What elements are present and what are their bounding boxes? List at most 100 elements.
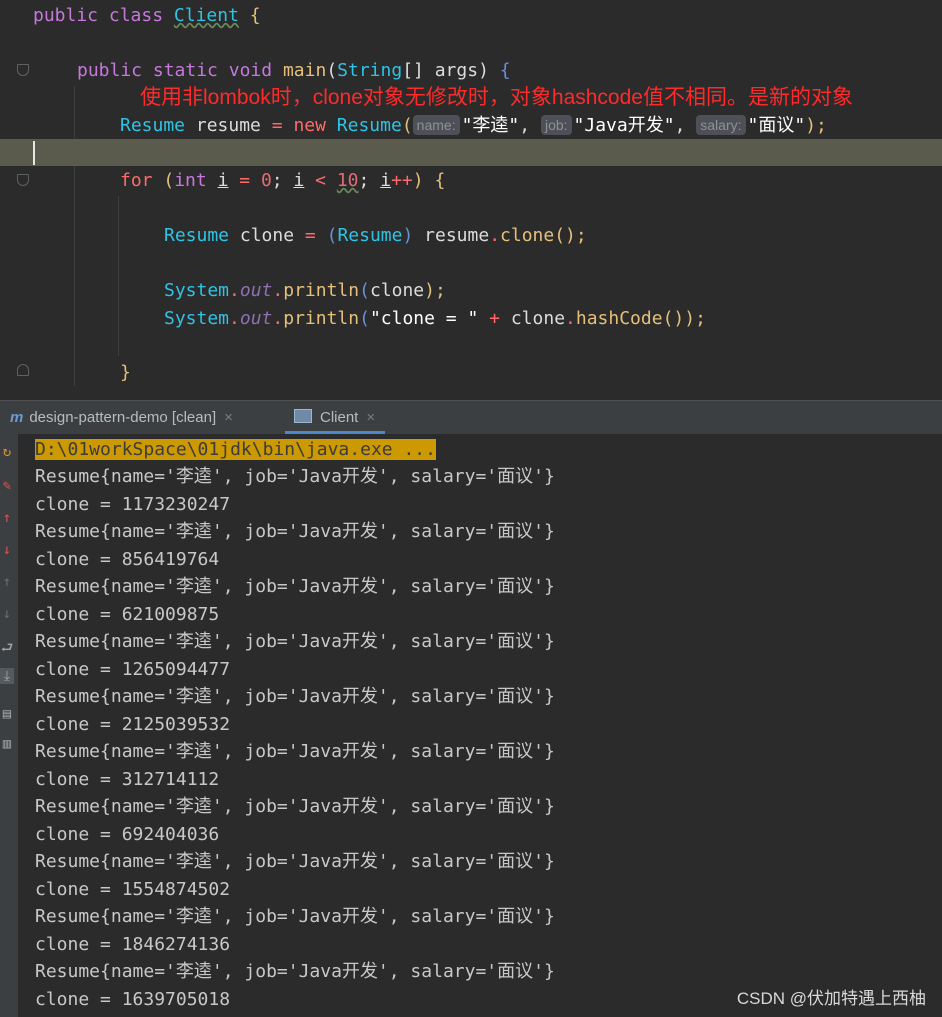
class-name: Client xyxy=(173,5,239,26)
keyword: static xyxy=(152,60,218,81)
operator: = xyxy=(271,115,283,136)
keyword: new xyxy=(293,115,326,136)
string-literal: "李逵" xyxy=(461,115,520,136)
type-name: Resume xyxy=(120,115,186,136)
console-command-line[interactable]: D:\01workSpace\01jdk\bin\java.exe ... xyxy=(35,436,436,463)
number-literal: 0 xyxy=(260,170,272,191)
variable: clone xyxy=(510,308,566,329)
close-icon[interactable]: × xyxy=(366,409,375,426)
down-gray-icon[interactable]: ↓ xyxy=(0,606,14,622)
rerun-icon[interactable]: ↻ xyxy=(0,444,14,460)
operator: = xyxy=(304,225,316,246)
console-line-hashcode: clone = 856419764 xyxy=(35,548,220,570)
tab-client[interactable]: Client × xyxy=(294,401,375,434)
variable: clone xyxy=(239,225,295,246)
console-line-resume: Resume{name='李逵', job='Java开发', salary='… xyxy=(35,961,555,982)
code-editor[interactable]: public class Client { public static void… xyxy=(0,0,942,400)
brace: { xyxy=(434,170,446,191)
string-literal: "clone = " xyxy=(369,308,479,329)
brace: { xyxy=(499,60,511,81)
console-line-hashcode: clone = 312714112 xyxy=(35,768,220,790)
annotation-text: 使用非lombok时，clone对象无修改时，对象hashcode值不相同。是新… xyxy=(140,86,853,109)
code-line-println-clone[interactable]: System.out.println(clone); xyxy=(0,277,942,305)
up-gray-icon[interactable]: ↑ xyxy=(0,574,14,590)
current-line-highlight[interactable] xyxy=(0,139,942,166)
code-line-for-loop[interactable]: for (int i = 0; i < 10; i++) { xyxy=(0,167,942,195)
tab-label: Client xyxy=(320,409,359,426)
code-line-close-brace[interactable]: } xyxy=(0,359,942,387)
text-caret xyxy=(33,141,35,165)
java-command[interactable]: D:\01workSpace\01jdk\bin\java.exe ... xyxy=(35,439,436,460)
param-hint: salary: xyxy=(696,115,746,135)
soft-wrap-icon[interactable]: ⮐ xyxy=(0,640,14,656)
param-hint: job: xyxy=(540,115,572,135)
operator: + xyxy=(489,308,500,329)
method-name: main xyxy=(282,60,327,81)
console-line-hashcode: clone = 1846274136 xyxy=(35,933,231,955)
console-line-resume: Resume{name='李逵', job='Java开发', salary='… xyxy=(35,741,555,762)
method-call: println xyxy=(283,308,360,329)
array-brackets: [] xyxy=(402,60,424,81)
variable: clone xyxy=(369,280,425,301)
keyword: public xyxy=(33,5,99,26)
punctuation: ); xyxy=(424,280,446,301)
console-line-resume: Resume{name='李逵', job='Java开发', salary='… xyxy=(35,906,555,927)
console-line-hashcode: clone = 1173230247 xyxy=(35,493,231,515)
tab-label: design-pattern-demo [clean] xyxy=(29,409,217,426)
console-line-resume: Resume{name='李逵', job='Java开发', salary='… xyxy=(35,521,555,542)
keyword: void xyxy=(228,60,273,81)
loop-variable: i xyxy=(380,170,392,191)
down-arrow-icon[interactable]: ↓ xyxy=(0,542,14,558)
tab-design-pattern-demo[interactable]: m design-pattern-demo [clean] × xyxy=(10,401,233,434)
close-icon[interactable]: × xyxy=(224,409,233,426)
code-line-clone[interactable]: Resume clone = (Resume) resume.clone(); xyxy=(0,222,942,250)
up-arrow-icon[interactable]: ↑ xyxy=(0,510,14,526)
loop-variable: i xyxy=(293,170,305,191)
method-call: println xyxy=(283,280,360,301)
keyword: class xyxy=(108,5,164,26)
console-line-hashcode: clone = 1265094477 xyxy=(35,658,231,680)
punctuation: ()); xyxy=(662,308,706,329)
console-line-resume: Resume{name='李逵', job='Java开发', salary='… xyxy=(35,851,555,872)
loop-variable: i xyxy=(217,170,229,191)
console-output[interactable]: D:\01workSpace\01jdk\bin\java.exe ... Res… xyxy=(18,434,942,1017)
punctuation: (); xyxy=(554,225,587,246)
edit-config-icon[interactable]: ✎ xyxy=(0,478,14,494)
scroll-to-end-icon[interactable]: ⤓ xyxy=(0,668,14,684)
number-literal: 10 xyxy=(336,170,359,191)
constructor: Resume xyxy=(336,115,402,136)
variable: resume xyxy=(195,115,261,136)
code-line-main-decl[interactable]: public static void main(String[] args) { xyxy=(0,57,942,85)
string-literal: "Java开发" xyxy=(573,115,675,136)
code-line-println-hash[interactable]: System.out.println("clone = " + clone.ha… xyxy=(0,305,942,333)
code-line-class-decl[interactable]: public class Client { xyxy=(0,2,942,30)
class-ref: System xyxy=(164,280,230,301)
watermark: CSDN @伏加特遇上西柚 xyxy=(736,989,926,1008)
console-line-resume: Resume{name='李逵', job='Java开发', salary='… xyxy=(35,576,555,597)
console-line-resume: Resume{name='李逵', job='Java开发', salary='… xyxy=(35,631,555,652)
console-line-hashcode: clone = 2125039532 xyxy=(35,713,231,735)
trash-icon[interactable]: ▥ xyxy=(0,736,14,752)
static-field: out xyxy=(239,308,273,329)
print-icon[interactable]: ▤ xyxy=(0,706,14,722)
code-line-resume-new[interactable]: Resume resume = new Resume(name: "李逵", jo… xyxy=(0,112,942,140)
brace: { xyxy=(249,5,261,26)
method-call: clone xyxy=(500,225,555,246)
type-name: Resume xyxy=(164,225,230,246)
console-line-resume: Resume{name='李逵', job='Java开发', salary='… xyxy=(35,466,555,487)
cast-type: Resume xyxy=(337,225,403,246)
console-line-hashcode: clone = 1639705018 xyxy=(35,988,231,1010)
keyword: for xyxy=(120,170,153,191)
console-icon xyxy=(294,409,312,423)
brace: } xyxy=(120,362,131,383)
param-name: args xyxy=(434,60,479,81)
param-hint: name: xyxy=(412,115,460,135)
console-line-resume: Resume{name='李逵', job='Java开发', salary='… xyxy=(35,796,555,817)
console-line-resume: Resume{name='李逵', job='Java开发', salary='… xyxy=(35,686,555,707)
class-ref: System xyxy=(164,308,230,329)
type-name: String xyxy=(337,60,403,81)
console-line-hashcode: clone = 621009875 xyxy=(35,603,220,625)
variable: resume xyxy=(424,225,490,246)
run-toolbar: ↻ ✎ ↑ ↓ ↑ ↓ ⮐ ⤓ ▤ ▥ xyxy=(0,434,18,1017)
string-literal: "面议" xyxy=(747,115,806,136)
